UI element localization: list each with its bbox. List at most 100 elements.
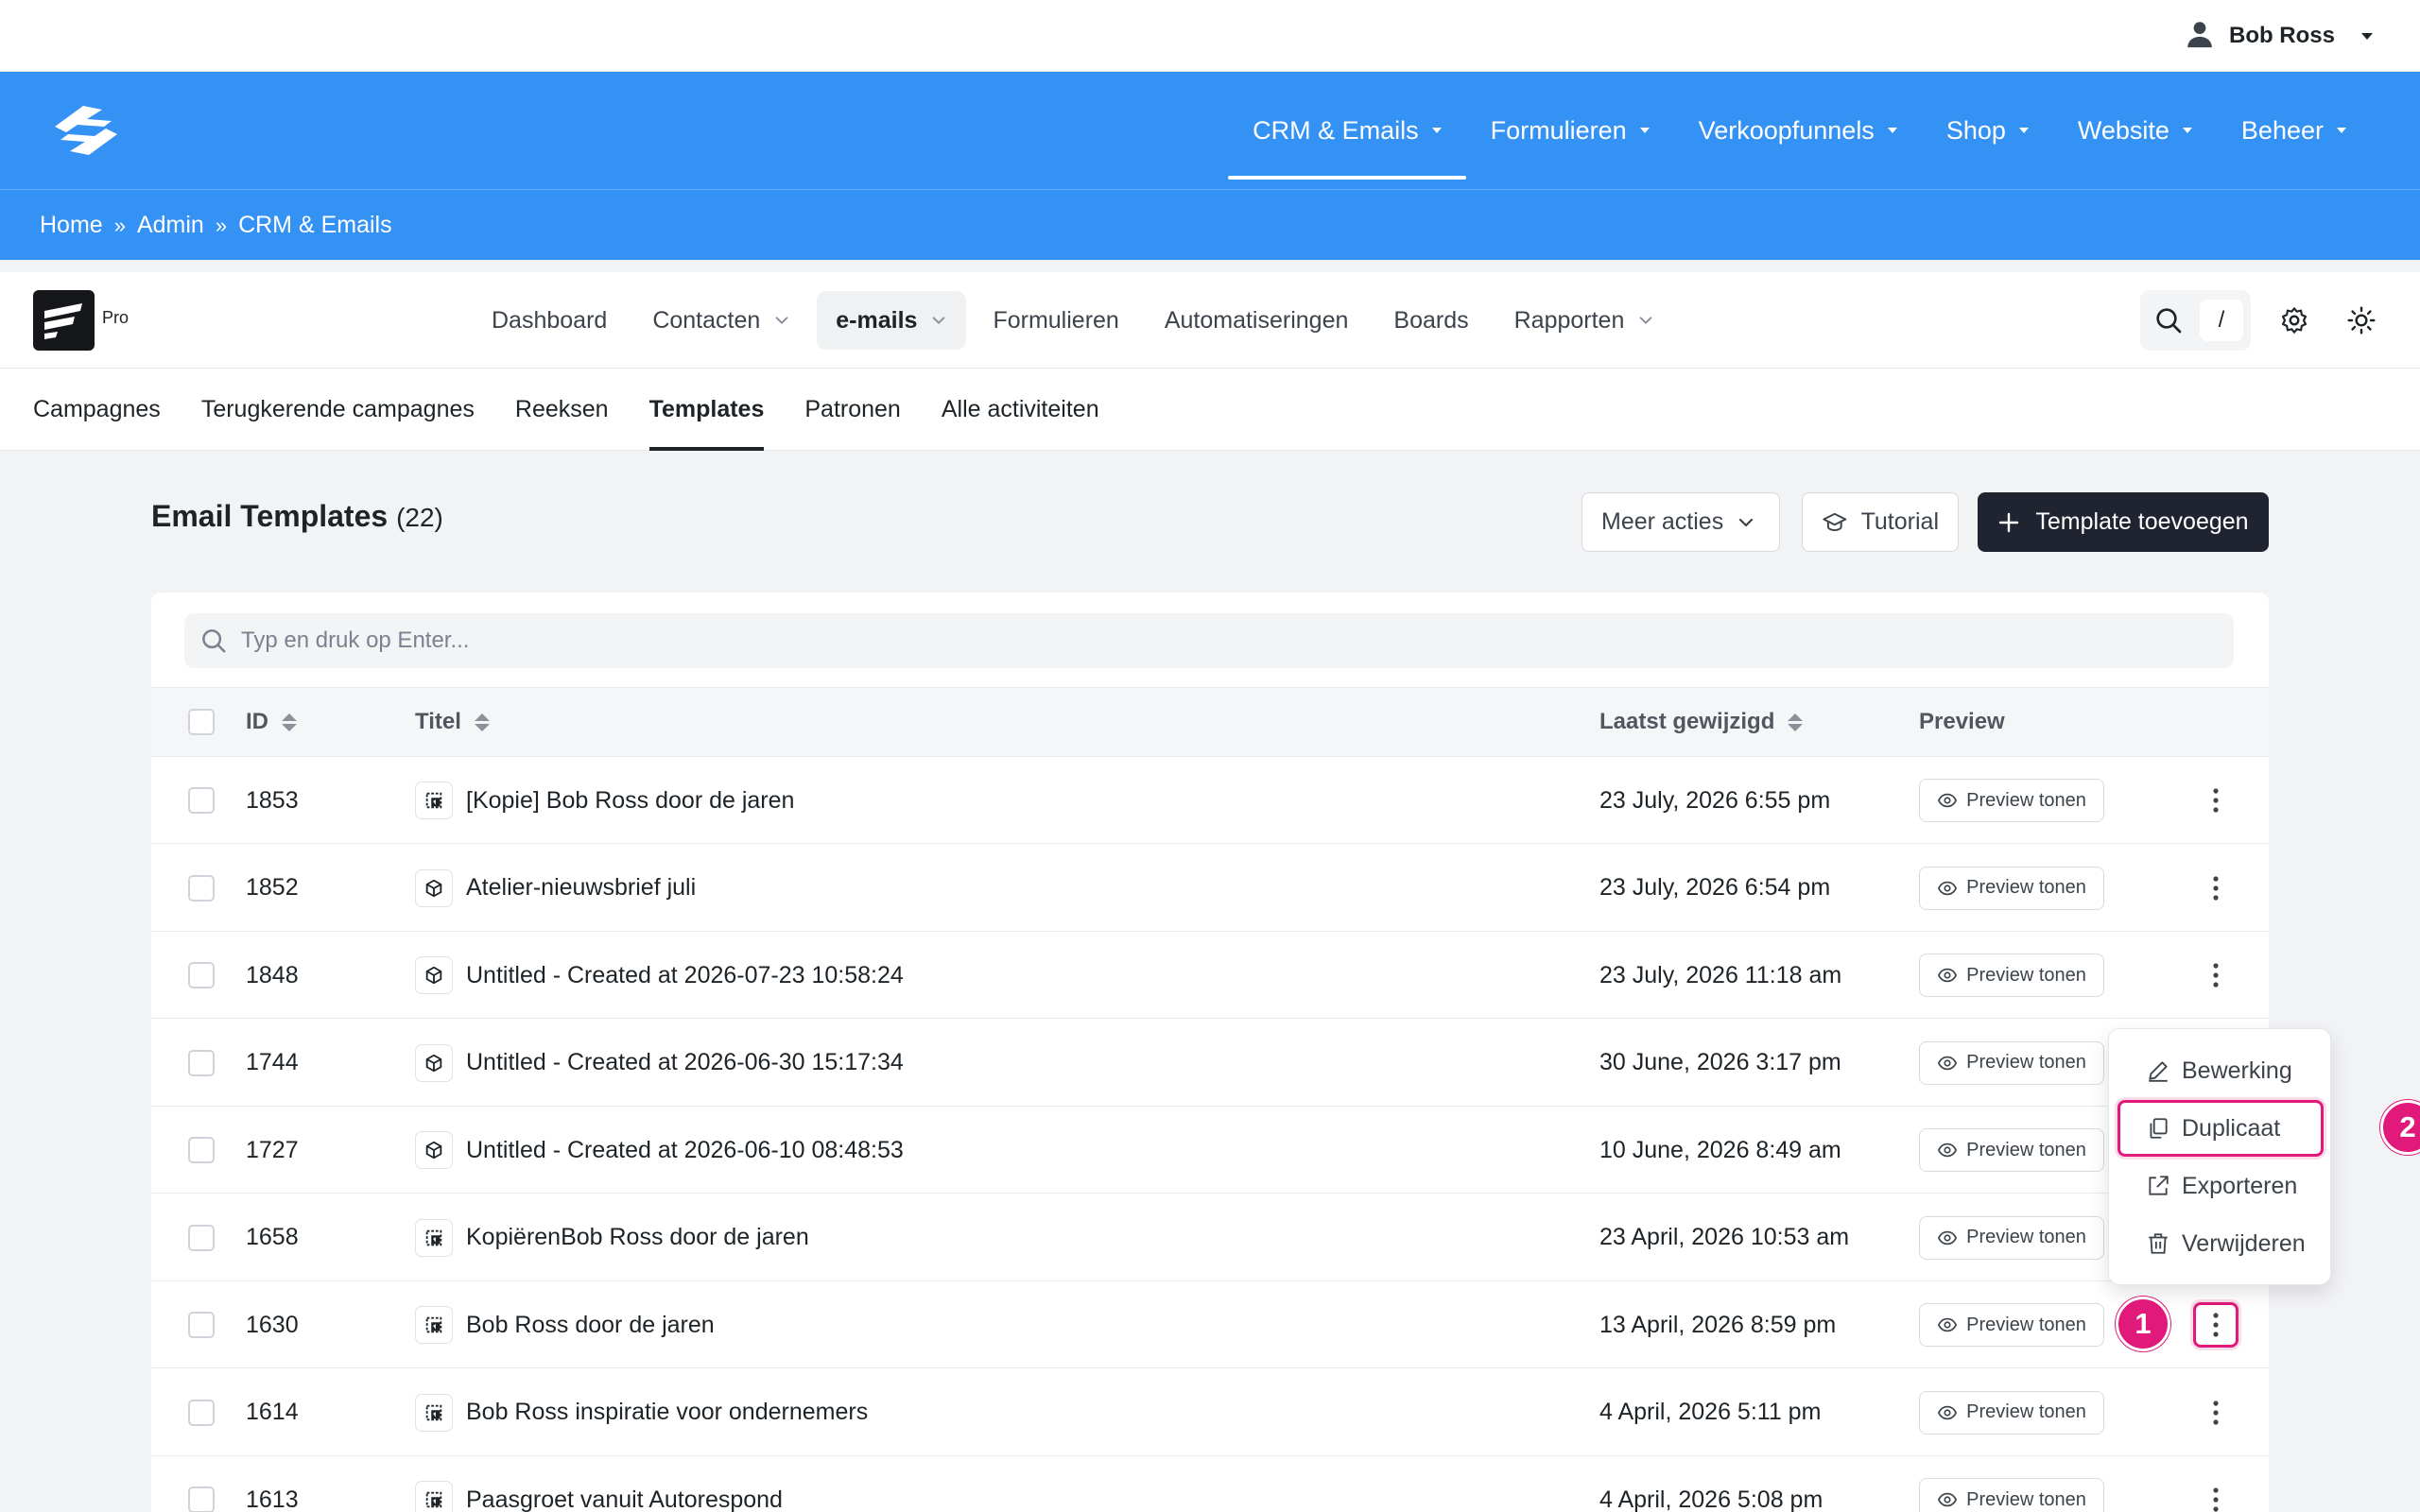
table-row: 1852 Atelier-nieuwsbrief juli 23 July, 202…	[151, 844, 2269, 932]
row-last-modified: 4 April, 2026 5:11 pm	[1599, 1399, 1822, 1425]
row-title[interactable]: Bob Ross door de jaren	[466, 1312, 715, 1339]
app-logo[interactable]	[33, 290, 95, 351]
row-checkbox[interactable]	[188, 1137, 215, 1163]
column-title[interactable]: Titel	[415, 688, 490, 756]
row-actions-button[interactable]	[2193, 953, 2238, 998]
breadcrumb-separator: »	[215, 213, 228, 237]
row-checkbox[interactable]	[188, 874, 215, 902]
app-nav-boards[interactable]: Boards	[1374, 291, 1487, 350]
chevron-down-icon	[2182, 128, 2192, 133]
menu-item-duplicaat[interactable]: Duplicaat	[2118, 1100, 2324, 1157]
row-id: 1852	[246, 874, 299, 901]
menu-item-bewerking[interactable]: Bewerking	[2118, 1042, 2324, 1099]
app-nav-rapporten[interactable]: Rapporten	[1495, 291, 1674, 350]
sort-icon	[474, 713, 490, 731]
row-checkbox[interactable]	[188, 1049, 215, 1076]
row-checkbox[interactable]	[188, 787, 215, 814]
tab-patronen[interactable]: Patronen	[804, 369, 900, 450]
eye-icon	[1937, 790, 1958, 811]
preview-button[interactable]: Preview tonen	[1919, 866, 2104, 910]
more-vertical-icon	[2212, 787, 2220, 814]
row-checkbox[interactable]	[188, 1399, 215, 1426]
user-bar: Bob Ross	[0, 0, 2420, 72]
row-checkbox[interactable]	[188, 962, 215, 988]
theme-toggle-button[interactable]	[2339, 298, 2384, 343]
preview-button[interactable]: Preview tonen	[1919, 1478, 2104, 1512]
row-title[interactable]: Untitled - Created at 2026-06-10 08:48:5…	[466, 1137, 904, 1164]
row-checkbox[interactable]	[188, 1224, 215, 1251]
search-input[interactable]	[184, 613, 2234, 668]
menu-item-verwijderen[interactable]: Verwijderen	[2118, 1215, 2324, 1272]
row-actions-button[interactable]	[2193, 1477, 2238, 1512]
search-icon	[2153, 305, 2184, 340]
add-template-button[interactable]: Template toevoegen	[1978, 492, 2269, 552]
more-actions-button[interactable]: Meer acties	[1582, 492, 1780, 552]
tab-templates[interactable]: Templates	[648, 369, 764, 451]
column-last-modified[interactable]: Laatst gewijzigd	[1599, 688, 1804, 756]
user-name: Bob Ross	[2228, 23, 2335, 48]
select-all-checkbox[interactable]	[188, 709, 215, 735]
main-nav-shop[interactable]: Shop	[1922, 72, 2053, 189]
visual-builder-icon	[415, 1306, 453, 1344]
more-vertical-icon	[2212, 1486, 2220, 1512]
preview-button[interactable]: Preview tonen	[1919, 1040, 2104, 1085]
preview-button[interactable]: Preview tonen	[1919, 1303, 2104, 1347]
row-title[interactable]: [Kopie] Bob Ross door de jaren	[466, 787, 794, 815]
table-header: ID Titel Laatst gewijzigd Preview	[151, 687, 2269, 757]
tab-campagnes[interactable]: Campagnes	[33, 369, 161, 450]
row-last-modified: 23 July, 2026 6:54 pm	[1599, 874, 1831, 901]
preview-button[interactable]: Preview tonen	[1919, 779, 2104, 822]
chevron-down-icon	[2018, 128, 2029, 133]
row-last-modified: 4 April, 2026 5:08 pm	[1599, 1486, 1824, 1512]
app-nav-formulieren[interactable]: Formulieren	[974, 291, 1137, 350]
row-actions-button[interactable]	[2193, 1390, 2238, 1435]
menu-item-exporteren[interactable]: Exporteren	[2118, 1158, 2324, 1214]
site-logo[interactable]	[45, 100, 127, 161]
app-nav-contacten[interactable]: Contacten	[633, 291, 809, 350]
templates-table-card: ID Titel Laatst gewijzigd Preview 1853 [K…	[151, 593, 2269, 1512]
sub-tabs: Campagnes Terugkerende campagnes Reeksen…	[0, 369, 2420, 451]
breadcrumb-crm-emails[interactable]: CRM & Emails	[238, 212, 392, 239]
row-actions-button[interactable]	[2193, 866, 2238, 911]
user-menu[interactable]: Bob Ross	[2184, 17, 2373, 55]
app-nav-automatiseringen[interactable]: Automatiseringen	[1146, 291, 1368, 350]
row-actions-button[interactable]	[2193, 1302, 2238, 1348]
breadcrumb: Home » Admin » CRM & Emails	[40, 190, 392, 261]
breadcrumb-admin[interactable]: Admin	[137, 212, 204, 239]
column-id[interactable]: ID	[246, 688, 297, 756]
main-nav-crm-emails[interactable]: CRM & Emails	[1228, 72, 1466, 189]
tab-reeksen[interactable]: Reeksen	[515, 369, 609, 450]
main-nav-formulieren[interactable]: Formulieren	[1466, 72, 1674, 189]
preview-button[interactable]: Preview tonen	[1919, 954, 2104, 997]
preview-button[interactable]: Preview tonen	[1919, 1128, 2104, 1172]
tab-terugkerende-campagnes[interactable]: Terugkerende campagnes	[201, 369, 475, 450]
main-nav-verkoopfunnels[interactable]: Verkoopfunnels	[1674, 72, 1922, 189]
eye-icon	[1937, 1228, 1958, 1248]
preview-button[interactable]: Preview tonen	[1919, 1215, 2104, 1260]
search-shortcut-key: /	[2200, 300, 2243, 341]
row-title[interactable]: KopiërenBob Ross door de jaren	[466, 1224, 809, 1251]
main-header: CRM & Emails Formulieren Verkoopfunnels …	[0, 72, 2420, 189]
main-nav-website[interactable]: Website	[2053, 72, 2217, 189]
chevron-down-icon	[1639, 128, 1650, 133]
app-nav-dashboard[interactable]: Dashboard	[473, 291, 626, 350]
tab-alle-activiteiten[interactable]: Alle activiteiten	[942, 369, 1099, 450]
row-title[interactable]: Untitled - Created at 2026-06-30 15:17:3…	[466, 1049, 904, 1076]
visual-builder-icon	[415, 1393, 453, 1432]
row-checkbox[interactable]	[188, 1312, 215, 1338]
row-title[interactable]: Paasgroet vanuit Autorespond	[466, 1486, 783, 1512]
global-search-button[interactable]: /	[2140, 290, 2251, 351]
breadcrumb-home[interactable]: Home	[40, 212, 103, 239]
row-title[interactable]: Untitled - Created at 2026-07-23 10:58:2…	[466, 962, 904, 989]
row-actions-button[interactable]	[2193, 778, 2238, 823]
app-nav-emails[interactable]: e-mails	[817, 291, 967, 350]
tutorial-button[interactable]: Tutorial	[1802, 492, 1959, 552]
more-vertical-icon	[2212, 875, 2220, 902]
main-nav-beheer[interactable]: Beheer	[2217, 72, 2371, 189]
preview-button[interactable]: Preview tonen	[1919, 1390, 2104, 1435]
chevron-down-icon	[1887, 128, 1897, 133]
row-checkbox[interactable]	[188, 1486, 215, 1512]
settings-button[interactable]	[2272, 298, 2317, 343]
row-title[interactable]: Atelier-nieuwsbrief juli	[466, 874, 696, 902]
row-title[interactable]: Bob Ross inspiratie voor ondernemers	[466, 1399, 868, 1426]
